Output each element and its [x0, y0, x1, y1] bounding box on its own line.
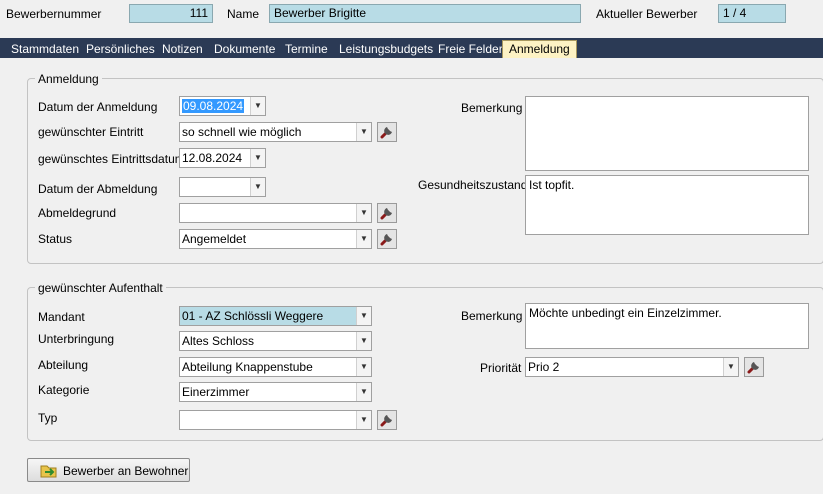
status-tool-button[interactable] — [377, 229, 397, 249]
chevron-down-icon[interactable]: ▼ — [723, 358, 738, 376]
wrench-icon — [380, 415, 392, 427]
chevron-down-icon[interactable]: ▼ — [250, 97, 265, 115]
tab-termine[interactable]: Termine — [285, 42, 328, 58]
wrench-icon — [380, 234, 392, 246]
tab-dokumente[interactable]: Dokumente — [214, 42, 275, 58]
chevron-down-icon[interactable]: ▼ — [356, 383, 371, 401]
applicant-number-field[interactable]: 111 — [129, 4, 213, 23]
mandant-select[interactable]: 01 - AZ Schlössli Weggere ▼ — [179, 306, 372, 326]
tab-stammdaten[interactable]: Stammdaten — [11, 42, 79, 58]
transfer-button-label: Bewerber an Bewohner — [63, 464, 189, 478]
tab-anmeldung[interactable]: Anmeldung — [502, 40, 577, 59]
datum-anmeldung-value: 09.08.2024 — [182, 99, 245, 113]
chevron-down-icon[interactable]: ▼ — [250, 149, 265, 167]
bemerkung-anmeldung-label: Bemerkung — [461, 101, 523, 115]
chevron-down-icon[interactable]: ▼ — [356, 358, 371, 376]
eintritt-value: so schnell wie möglich — [182, 125, 302, 139]
tab-notizen[interactable]: Notizen — [162, 42, 203, 58]
name-field[interactable]: Bewerber Brigitte — [269, 4, 581, 23]
tab-persoenliches[interactable]: Persönliches — [86, 42, 155, 58]
prioritaet-tool-button[interactable] — [744, 357, 764, 377]
mandant-label: Mandant — [38, 310, 85, 324]
chevron-down-icon[interactable]: ▼ — [356, 332, 371, 350]
eintrittsdatum-label: gewünschtes Eintrittsdatum — [38, 152, 185, 166]
datum-anmeldung-picker[interactable]: 09.08.2024 ▼ — [179, 96, 266, 116]
unterbringung-value: Altes Schloss — [182, 334, 255, 348]
eintritt-tool-button[interactable] — [377, 122, 397, 142]
aufenthalt-group-title: gewünschter Aufenthalt — [35, 281, 166, 295]
wrench-icon — [380, 208, 392, 220]
unterbringung-label: Unterbringung — [38, 332, 115, 346]
eintritt-label: gewünschter Eintritt — [38, 125, 144, 139]
status-select[interactable]: Angemeldet ▼ — [179, 229, 372, 249]
bemerkung-anmeldung-memo[interactable] — [525, 96, 809, 171]
current-applicant-field[interactable]: 1 / 4 — [718, 4, 786, 23]
current-applicant-label: Aktueller Bewerber — [596, 7, 698, 21]
prioritaet-value: Prio 2 — [528, 360, 560, 374]
eintrittsdatum-value: 12.08.2024 — [182, 151, 243, 165]
prioritaet-label: Priorität — [480, 361, 522, 375]
chevron-down-icon[interactable]: ▼ — [356, 204, 371, 222]
mandant-value: 01 - AZ Schlössli Weggere — [182, 309, 324, 323]
datum-anmeldung-label: Datum der Anmeldung — [38, 100, 158, 114]
status-label: Status — [38, 232, 73, 246]
name-label: Name — [227, 7, 260, 21]
chevron-down-icon[interactable]: ▼ — [356, 307, 371, 325]
kategorie-select[interactable]: Einerzimmer ▼ — [179, 382, 372, 402]
abteilung-label: Abteilung — [38, 358, 89, 372]
transfer-to-resident-button[interactable]: Bewerber an Bewohner — [27, 458, 190, 482]
bemerkung-aufenthalt-memo[interactable]: Möchte unbedingt ein Einzelzimmer. — [525, 303, 809, 349]
wrench-icon — [380, 127, 392, 139]
typ-label: Typ — [38, 411, 58, 425]
bemerkung-aufenthalt-label: Bemerkung — [461, 309, 523, 323]
chevron-down-icon[interactable]: ▼ — [250, 178, 265, 196]
chevron-down-icon[interactable]: ▼ — [356, 230, 371, 248]
chevron-down-icon[interactable]: ▼ — [356, 123, 371, 141]
chevron-down-icon[interactable]: ▼ — [356, 411, 371, 429]
prioritaet-select[interactable]: Prio 2 ▼ — [525, 357, 739, 377]
kategorie-value: Einerzimmer — [182, 385, 250, 399]
datum-abmeldung-picker[interactable]: ▼ — [179, 177, 266, 197]
eintritt-select[interactable]: so schnell wie möglich ▼ — [179, 122, 372, 142]
unterbringung-select[interactable]: Altes Schloss ▼ — [179, 331, 372, 351]
status-value: Angemeldet — [182, 232, 247, 246]
typ-select[interactable]: ▼ — [179, 410, 372, 430]
tab-freie-felder[interactable]: Freie Felder — [438, 42, 503, 58]
abmeldegrund-select[interactable]: ▼ — [179, 203, 372, 223]
anmeldung-group-title: Anmeldung — [35, 72, 102, 86]
typ-tool-button[interactable] — [377, 410, 397, 430]
wrench-icon — [747, 362, 759, 374]
abteilung-value: Abteilung Knappenstube — [182, 360, 313, 374]
gesundheit-label: Gesundheitszustand — [418, 178, 528, 192]
eintrittsdatum-picker[interactable]: 12.08.2024 ▼ — [179, 148, 266, 168]
applicant-number-label: Bewerbernummer — [6, 7, 102, 21]
abteilung-select[interactable]: Abteilung Knappenstube ▼ — [179, 357, 372, 377]
folder-arrow-icon — [40, 465, 57, 478]
gesundheit-memo[interactable]: Ist topfit. — [525, 175, 809, 235]
abmeldegrund-label: Abmeldegrund — [38, 206, 117, 220]
abmeldegrund-tool-button[interactable] — [377, 203, 397, 223]
datum-abmeldung-label: Datum der Abmeldung — [38, 182, 158, 196]
kategorie-label: Kategorie — [38, 383, 90, 397]
tab-leistungsbudgets[interactable]: Leistungsbudgets — [339, 42, 433, 58]
